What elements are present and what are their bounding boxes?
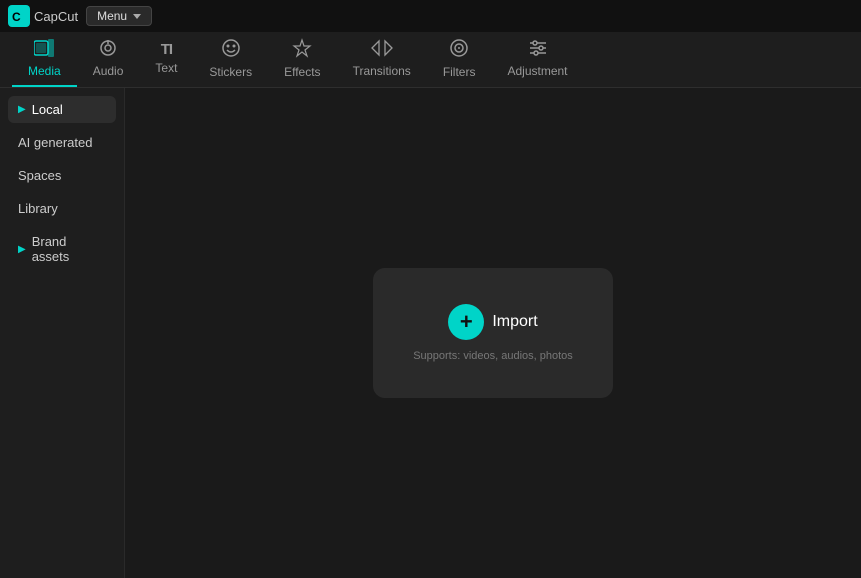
tab-effects-label: Effects [284, 65, 320, 79]
tab-transitions[interactable]: Transitions [337, 32, 427, 87]
import-label: Import [492, 313, 537, 331]
arrow-icon-brand-assets: ▶ [18, 244, 26, 255]
sidebar-item-library-label: Library [18, 201, 58, 216]
content-area: + Import Supports: videos, audios, photo… [125, 88, 861, 578]
sidebar-item-library[interactable]: Library [8, 195, 116, 222]
tab-filters-label: Filters [443, 65, 476, 79]
tab-text[interactable]: TI Text [139, 32, 193, 87]
import-card[interactable]: + Import Supports: videos, audios, photo… [373, 268, 613, 398]
media-icon [34, 39, 54, 60]
stickers-icon [221, 38, 241, 61]
tab-text-label: Text [155, 61, 177, 75]
sidebar-item-ai-generated-label: AI generated [18, 135, 92, 150]
chevron-down-icon [133, 14, 141, 19]
sidebar-item-ai-generated[interactable]: AI generated [8, 129, 116, 156]
import-sublabel: Supports: videos, audios, photos [413, 350, 573, 362]
text-icon: TI [161, 42, 172, 57]
capcut-logo-icon: C [8, 5, 30, 27]
tab-effects[interactable]: Effects [268, 32, 336, 87]
sidebar-item-local[interactable]: ▶ Local [8, 96, 116, 123]
menu-button[interactable]: Menu [86, 6, 152, 26]
menu-button-label: Menu [97, 9, 127, 23]
tab-media[interactable]: Media [12, 32, 77, 87]
sidebar: ▶ Local AI generated Spaces Library ▶ Br… [0, 88, 125, 578]
audio-icon [99, 39, 117, 60]
arrow-icon-local: ▶ [18, 104, 26, 115]
adjustment-icon [528, 39, 548, 60]
tab-adjustment[interactable]: Adjustment [491, 32, 583, 87]
top-nav: Media Audio TI Text Stickers [0, 32, 861, 88]
logo: C CapCut [8, 5, 78, 27]
filters-icon [449, 38, 469, 61]
tab-transitions-label: Transitions [353, 64, 411, 78]
import-row: + Import [448, 304, 537, 340]
sidebar-item-local-label: Local [32, 102, 63, 117]
tab-stickers-label: Stickers [209, 65, 252, 79]
tab-audio[interactable]: Audio [77, 32, 140, 87]
main-layout: ▶ Local AI generated Spaces Library ▶ Br… [0, 88, 861, 578]
transitions-icon [371, 39, 393, 60]
sidebar-item-brand-assets-label: Brand assets [32, 234, 106, 264]
tab-audio-label: Audio [93, 64, 124, 78]
sidebar-item-brand-assets[interactable]: ▶ Brand assets [8, 228, 116, 270]
sidebar-item-spaces[interactable]: Spaces [8, 162, 116, 189]
tab-media-label: Media [28, 64, 61, 78]
svg-text:C: C [12, 10, 21, 24]
app-name: CapCut [34, 9, 78, 24]
title-bar: C CapCut Menu [0, 0, 861, 32]
effects-icon [292, 38, 312, 61]
sidebar-item-spaces-label: Spaces [18, 168, 61, 183]
import-plus-icon: + [448, 304, 484, 340]
tab-adjustment-label: Adjustment [507, 64, 567, 78]
tab-filters[interactable]: Filters [427, 32, 492, 87]
tab-stickers[interactable]: Stickers [193, 32, 268, 87]
